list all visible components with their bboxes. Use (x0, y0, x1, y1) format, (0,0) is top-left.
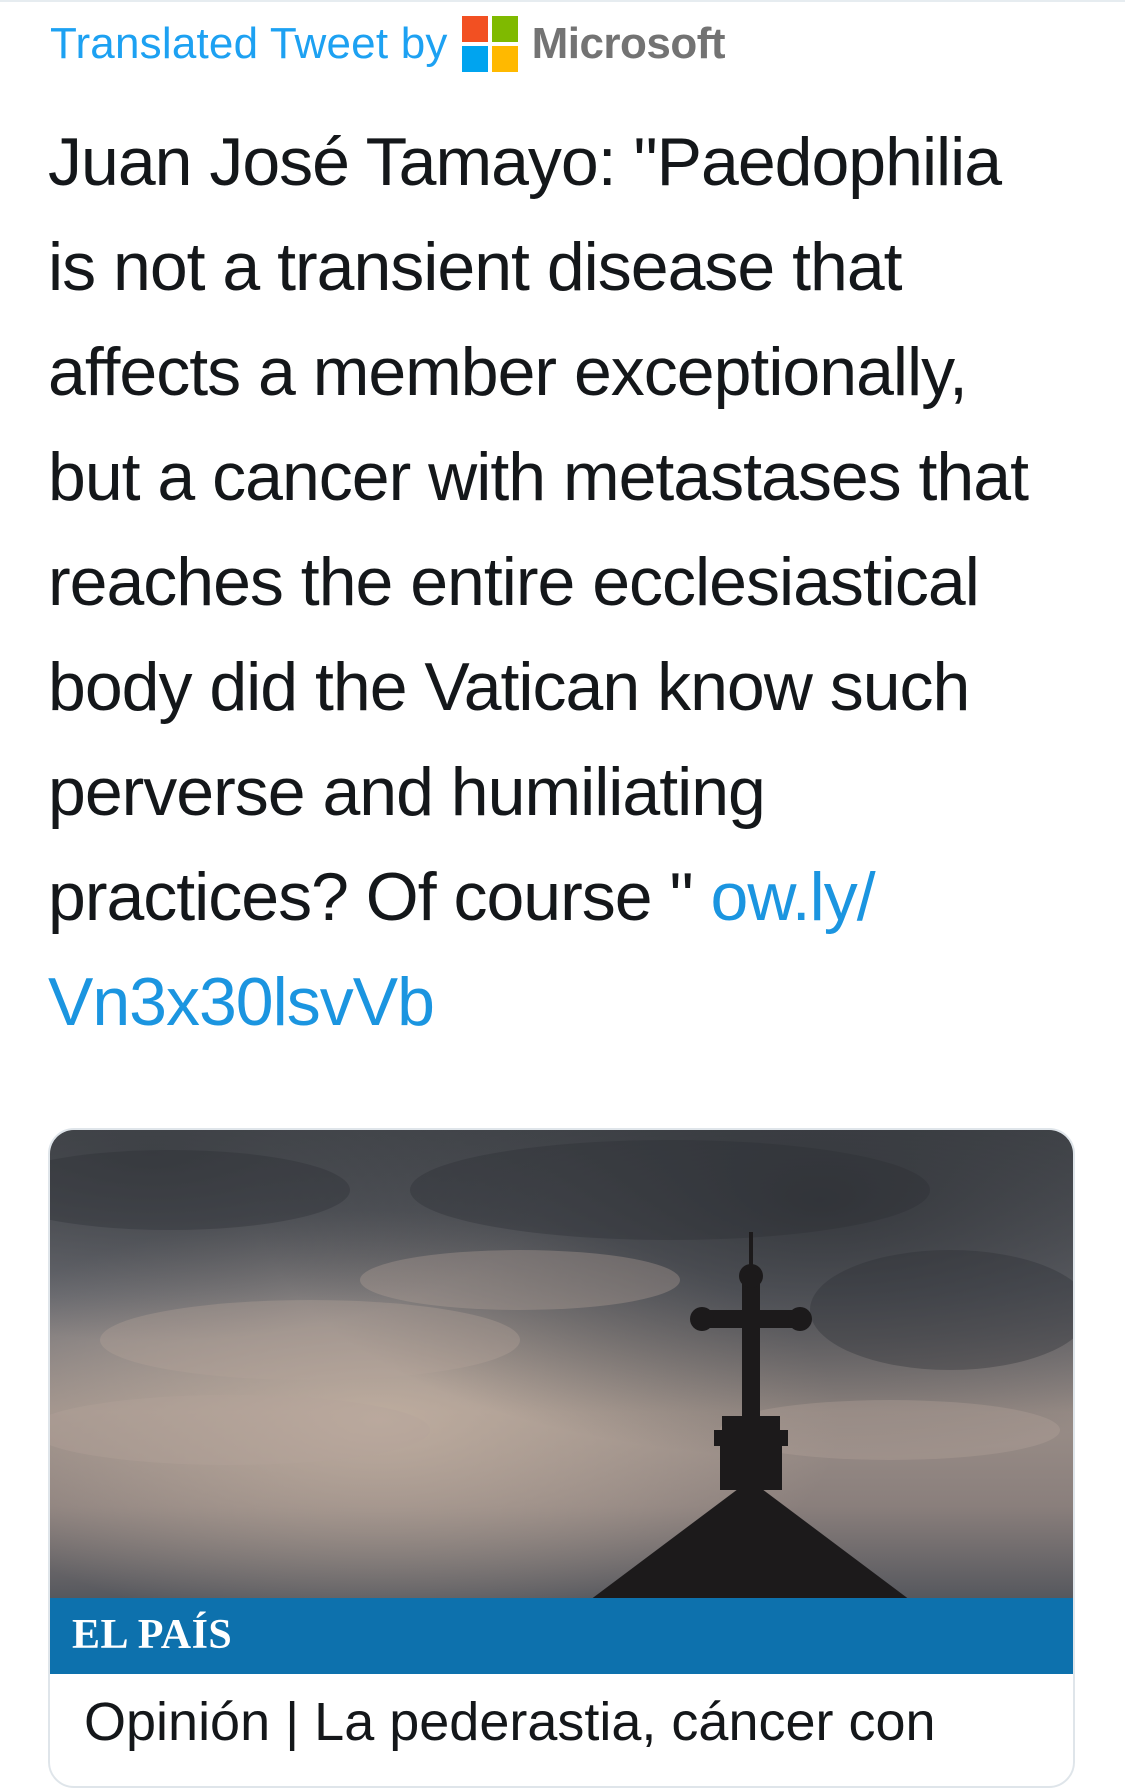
card-title: Opinión | La pederastia, cáncer con (84, 1692, 936, 1752)
microsoft-logo-icon (461, 16, 518, 72)
source-logo: EL PAÍS (72, 1612, 233, 1658)
church-cross-photo (50, 1130, 1073, 1600)
source-bar: EL PAÍS (50, 1598, 1073, 1674)
translation-provider-name: Microsoft (531, 19, 726, 68)
translated-tweet-label: Translated Tweet by (50, 19, 448, 68)
top-divider (0, 0, 1125, 2)
tweet-text: Juan José Tamayo: "Paedophilia is not a … (48, 110, 1088, 1055)
link-preview-card[interactable]: EL PAÍS Opinión | La pederastia, cáncer … (48, 1128, 1075, 1788)
tweet-body: Juan José Tamayo: "Paedophilia is not a … (48, 124, 1029, 935)
translation-attribution[interactable]: Translated Tweet by Microsoft (50, 14, 726, 74)
